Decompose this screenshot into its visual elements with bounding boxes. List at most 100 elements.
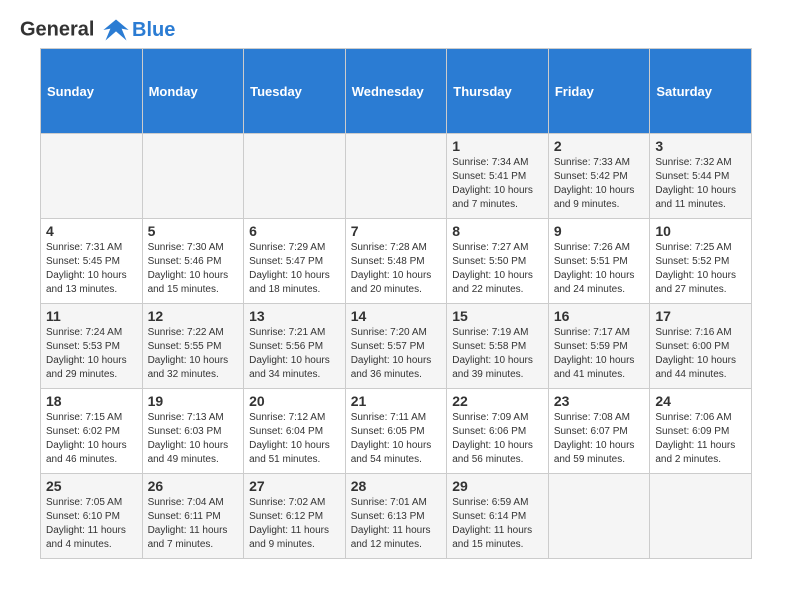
day-number: 23	[554, 393, 645, 409]
weekday-header-sunday: Sunday	[41, 49, 143, 134]
day-info: Sunrise: 7:11 AM Sunset: 6:05 PM Dayligh…	[351, 411, 442, 467]
header: General Blue	[0, 0, 792, 48]
calendar-cell-w1-d4: 8Sunrise: 7:27 AM Sunset: 5:50 PM Daylig…	[447, 219, 549, 304]
calendar-cell-w3-d4: 22 Sunrise: 7:09 AM Sunset: 6:06 PM Dayli…	[447, 389, 549, 474]
day-number: 29	[452, 478, 543, 494]
calendar-cell-w4-d1: 26 Sunrise: 7:04 AM Sunset: 6:11 PM Dayli…	[142, 474, 244, 559]
day-number: 28	[351, 478, 442, 494]
day-info: Sunrise: 7:33 AM Sunset: 5:42 PM Dayligh…	[554, 156, 645, 212]
day-number: 15	[452, 308, 543, 324]
day-info: Sunrise: 7:04 AM Sunset: 6:11 PM Dayligh…	[148, 496, 239, 552]
day-number: 22	[452, 393, 543, 409]
day-info: Sunrise: 7:12 AM Sunset: 6:04 PM Dayligh…	[249, 411, 340, 467]
day-info: Sunrise: 7:13 AM Sunset: 6:03 PM Dayligh…	[148, 411, 239, 467]
day-number: 10	[655, 223, 746, 239]
day-info: Sunrise: 7:09 AM Sunset: 6:06 PM Dayligh…	[452, 411, 543, 467]
calendar-cell-w3-d1: 19 Sunrise: 7:13 AM Sunset: 6:03 PM Dayli…	[142, 389, 244, 474]
calendar-cell-w3-d2: 20 Sunrise: 7:12 AM Sunset: 6:04 PM Dayli…	[244, 389, 346, 474]
calendar-cell-w2-d1: 12 Sunrise: 7:22 AM Sunset: 5:55 PM Dayli…	[142, 304, 244, 389]
day-info: Sunrise: 7:06 AM Sunset: 6:09 PM Dayligh…	[655, 411, 746, 467]
weekday-header-friday: Friday	[548, 49, 650, 134]
calendar-cell-w2-d5: 16 Sunrise: 7:17 AM Sunset: 5:59 PM Dayli…	[548, 304, 650, 389]
day-number: 11	[46, 308, 137, 324]
day-info: Sunrise: 7:34 AM Sunset: 5:41 PM Dayligh…	[452, 156, 543, 212]
calendar-cell-w1-d6: 10 Sunrise: 7:25 AM Sunset: 5:52 PM Dayli…	[650, 219, 752, 304]
day-number: 25	[46, 478, 137, 494]
day-number: 18	[46, 393, 137, 409]
calendar-cell-w1-d1: 5 Sunrise: 7:30 AM Sunset: 5:46 PM Daylig…	[142, 219, 244, 304]
calendar-cell-w4-d3: 28 Sunrise: 7:01 AM Sunset: 6:13 PM Dayli…	[345, 474, 447, 559]
day-info: Sunrise: 7:26 AM Sunset: 5:51 PM Dayligh…	[554, 241, 645, 297]
day-info: Sunrise: 7:15 AM Sunset: 6:02 PM Dayligh…	[46, 411, 137, 467]
calendar-cell-w4-d5	[548, 474, 650, 559]
day-info: Sunrise: 7:05 AM Sunset: 6:10 PM Dayligh…	[46, 496, 137, 552]
day-number: 16	[554, 308, 645, 324]
day-number: 20	[249, 393, 340, 409]
day-info: Sunrise: 7:27 AM Sunset: 5:50 PM Dayligh…	[452, 241, 543, 297]
weekday-header-tuesday: Tuesday	[244, 49, 346, 134]
day-number: 24	[655, 393, 746, 409]
calendar-cell-w0-d1	[142, 134, 244, 219]
day-info: Sunrise: 7:25 AM Sunset: 5:52 PM Dayligh…	[655, 241, 746, 297]
calendar-cell-w4-d4: 29 Sunrise: 6:59 AM Sunset: 6:14 PM Dayli…	[447, 474, 549, 559]
day-number: 6	[249, 223, 340, 239]
day-number: 13	[249, 308, 340, 324]
calendar-cell-w3-d3: 21 Sunrise: 7:11 AM Sunset: 6:05 PM Dayli…	[345, 389, 447, 474]
calendar-cell-w0-d4: 1 Sunrise: 7:34 AM Sunset: 5:41 PM Daylig…	[447, 134, 549, 219]
day-number: 9	[554, 223, 645, 239]
calendar-cell-w2-d4: 15 Sunrise: 7:19 AM Sunset: 5:58 PM Dayli…	[447, 304, 549, 389]
day-number: 7	[351, 223, 442, 239]
day-info: Sunrise: 7:02 AM Sunset: 6:12 PM Dayligh…	[249, 496, 340, 552]
calendar-cell-w4-d6	[650, 474, 752, 559]
weekday-header-wednesday: Wednesday	[345, 49, 447, 134]
calendar-cell-w1-d2: 6 Sunrise: 7:29 AM Sunset: 5:47 PM Daylig…	[244, 219, 346, 304]
weekday-header-monday: Monday	[142, 49, 244, 134]
day-number: 2	[554, 138, 645, 154]
calendar-cell-w1-d0: 4Sunrise: 7:31 AM Sunset: 5:45 PM Daylig…	[41, 219, 143, 304]
calendar-cell-w4-d2: 27 Sunrise: 7:02 AM Sunset: 6:12 PM Dayli…	[244, 474, 346, 559]
calendar-cell-w1-d5: 9 Sunrise: 7:26 AM Sunset: 5:51 PM Daylig…	[548, 219, 650, 304]
day-info: Sunrise: 7:21 AM Sunset: 5:56 PM Dayligh…	[249, 326, 340, 382]
day-info: Sunrise: 7:29 AM Sunset: 5:47 PM Dayligh…	[249, 241, 340, 297]
calendar-cell-w2-d2: 13 Sunrise: 7:21 AM Sunset: 5:56 PM Dayli…	[244, 304, 346, 389]
day-info: Sunrise: 7:28 AM Sunset: 5:48 PM Dayligh…	[351, 241, 442, 297]
calendar-cell-w1-d3: 7 Sunrise: 7:28 AM Sunset: 5:48 PM Daylig…	[345, 219, 447, 304]
day-info: Sunrise: 7:32 AM Sunset: 5:44 PM Dayligh…	[655, 156, 746, 212]
calendar-cell-w0-d3	[345, 134, 447, 219]
day-info: Sunrise: 7:30 AM Sunset: 5:46 PM Dayligh…	[148, 241, 239, 297]
logo-general: General	[20, 18, 94, 40]
day-number: 17	[655, 308, 746, 324]
weekday-header-saturday: Saturday	[650, 49, 752, 134]
day-info: Sunrise: 7:22 AM Sunset: 5:55 PM Dayligh…	[148, 326, 239, 382]
day-number: 12	[148, 308, 239, 324]
day-info: Sunrise: 6:59 AM Sunset: 6:14 PM Dayligh…	[452, 496, 543, 552]
calendar-cell-w2-d0: 11 Sunrise: 7:24 AM Sunset: 5:53 PM Dayli…	[41, 304, 143, 389]
calendar-cell-w0-d0	[41, 134, 143, 219]
day-number: 5	[148, 223, 239, 239]
calendar-cell-w2-d3: 14 Sunrise: 7:20 AM Sunset: 5:57 PM Dayli…	[345, 304, 447, 389]
calendar: SundayMondayTuesdayWednesdayThursdayFrid…	[40, 48, 752, 559]
calendar-cell-w0-d2	[244, 134, 346, 219]
day-info: Sunrise: 7:17 AM Sunset: 5:59 PM Dayligh…	[554, 326, 645, 382]
calendar-cell-w2-d6: 17 Sunrise: 7:16 AM Sunset: 6:00 PM Dayli…	[650, 304, 752, 389]
day-number: 26	[148, 478, 239, 494]
weekday-header-thursday: Thursday	[447, 49, 549, 134]
day-number: 21	[351, 393, 442, 409]
calendar-cell-w0-d6: 3 Sunrise: 7:32 AM Sunset: 5:44 PM Daylig…	[650, 134, 752, 219]
day-info: Sunrise: 7:20 AM Sunset: 5:57 PM Dayligh…	[351, 326, 442, 382]
day-number: 1	[452, 138, 543, 154]
day-info: Sunrise: 7:16 AM Sunset: 6:00 PM Dayligh…	[655, 326, 746, 382]
day-number: 19	[148, 393, 239, 409]
day-number: 3	[655, 138, 746, 154]
logo: General Blue	[20, 16, 175, 44]
calendar-cell-w3-d6: 24 Sunrise: 7:06 AM Sunset: 6:09 PM Dayli…	[650, 389, 752, 474]
calendar-cell-w3-d0: 18 Sunrise: 7:15 AM Sunset: 6:02 PM Dayli…	[41, 389, 143, 474]
day-info: Sunrise: 7:19 AM Sunset: 5:58 PM Dayligh…	[452, 326, 543, 382]
day-info: Sunrise: 7:24 AM Sunset: 5:53 PM Dayligh…	[46, 326, 137, 382]
day-number: 14	[351, 308, 442, 324]
day-number: 27	[249, 478, 340, 494]
day-info: Sunrise: 7:01 AM Sunset: 6:13 PM Dayligh…	[351, 496, 442, 552]
day-number: 4	[46, 223, 137, 239]
calendar-cell-w3-d5: 23Sunrise: 7:08 AM Sunset: 6:07 PM Dayli…	[548, 389, 650, 474]
logo-blue: Blue	[132, 19, 175, 41]
